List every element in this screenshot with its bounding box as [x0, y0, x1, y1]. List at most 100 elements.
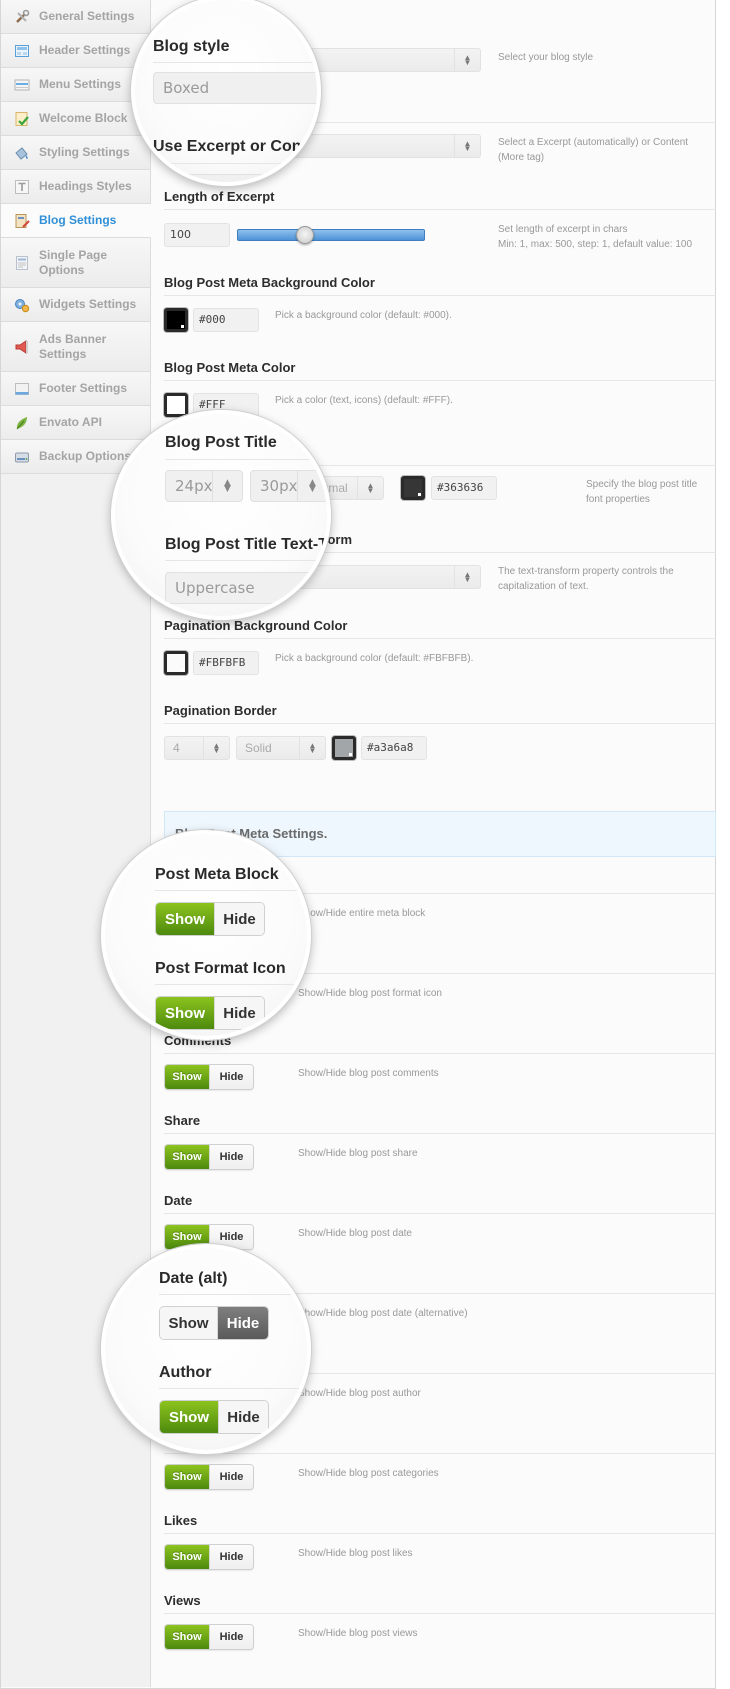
excerpt-length-input[interactable]: 100: [164, 223, 230, 247]
views-toggle[interactable]: Show Hide: [164, 1624, 254, 1650]
slider-handle[interactable]: [296, 226, 314, 244]
meta-toggle-help: Show/Hide blog post date: [298, 1228, 412, 1239]
hide-button[interactable]: Hide: [209, 1065, 253, 1089]
show-button[interactable]: Show: [165, 1465, 209, 1489]
show-button[interactable]: Show: [165, 1625, 209, 1649]
menu-bars-icon: [14, 77, 30, 93]
meta-toggle-title: Comments: [164, 1032, 716, 1054]
excerpt-or-content-help: Select a Excerpt (automatically) or Cont…: [498, 137, 689, 163]
meta-toggle-help: Show/Hide blog post views: [298, 1628, 418, 1639]
sidebar-item-single-page-options[interactable]: Single Page Options: [1, 238, 150, 288]
likes-toggle[interactable]: Show Hide: [164, 1544, 254, 1570]
meta-toggle-help: Show/Hide blog post share: [298, 1148, 418, 1159]
pagination-border-title: Pagination Border: [164, 702, 716, 724]
sidebar-item-general-settings[interactable]: General Settings: [1, 0, 150, 34]
sidebar-item-header-settings[interactable]: Header Settings: [1, 34, 150, 68]
select-arrows-icon: ▲▼: [299, 737, 325, 759]
backup-drive-icon: [14, 449, 30, 465]
meta-toggle-row-comments: Comments Show Hide Show/Hide blog post comm…: [164, 1032, 716, 1090]
lens-transform-title: Blog Post Title Text-T: [165, 536, 328, 553]
sidebar-item-styling-settings[interactable]: Styling Settings: [1, 136, 150, 170]
sidebar-nav: General Settings Header Settings Menu Se…: [1, 0, 151, 1687]
meta-toggle-row-views: Views Show Hide Show/Hide blog post views: [164, 1592, 716, 1650]
select-arrows-icon: ▲▼: [212, 471, 242, 501]
divider: [165, 560, 327, 561]
lens-author-title: Author: [159, 1364, 212, 1381]
blog-style-help: Select your blog style: [498, 52, 594, 63]
divider: [159, 1388, 307, 1389]
footer-layout-icon: [14, 381, 30, 397]
meta-bg-color-title: Blog Post Meta Background Color: [164, 274, 716, 296]
meta-toggle-row-date: Date Show Hide Show/Hide blog post date: [164, 1192, 716, 1250]
blog-edit-icon: [14, 213, 30, 229]
select-arrows-icon: ▲▼: [297, 471, 327, 501]
lens-author-toggle: Show Hide: [159, 1400, 269, 1434]
sidebar-item-menu-settings[interactable]: Menu Settings: [1, 68, 150, 102]
lens-post-format-icon-toggle: Show Hide: [155, 996, 265, 1030]
lens-blog-style-value: Boxed: [153, 72, 317, 104]
pagination-bg-input[interactable]: #FBFBFB: [193, 651, 259, 675]
magnifier-blog-style: Blog style Boxed Use Excerpt or Conten E…: [131, 0, 321, 186]
meta-toggle-title: Share: [164, 1112, 716, 1134]
lens-transform-value: Uppercase: [165, 572, 327, 604]
lens-line-height-select: 30px ▲ ▼: [250, 470, 327, 502]
post-title-color-input[interactable]: #363636: [431, 476, 497, 500]
lens-date-alt-title: Date (alt): [159, 1270, 228, 1287]
post-title-color-swatch[interactable]: [401, 476, 425, 500]
pagination-border-width-select[interactable]: 4 ▲ ▼: [164, 736, 230, 760]
paint-bucket-icon: [14, 145, 30, 161]
sidebar-item-blog-settings[interactable]: Blog Settings: [1, 204, 151, 238]
meta-toggle-help: Show/Hide blog post categories: [298, 1468, 439, 1479]
title-transform-help: The text-transform property controls the…: [498, 566, 674, 592]
meta-bg-color-section: Blog Post Meta Background Color #000 Pic…: [164, 274, 716, 332]
sidebar-item-envato-api[interactable]: Envato API: [1, 406, 150, 440]
gears-icon: [14, 297, 30, 313]
sidebar-item-welcome-block[interactable]: Welcome Block: [1, 102, 150, 136]
wrench-screwdriver-icon: [14, 9, 30, 25]
meta-color-swatch[interactable]: [164, 393, 188, 417]
select-arrows-icon: ▲▼: [357, 477, 383, 499]
hide-button[interactable]: Hide: [209, 1465, 253, 1489]
pagination-border-swatch[interactable]: [332, 736, 356, 760]
meta-toggle-help: Show/Hide entire meta block: [298, 908, 426, 919]
share-toggle[interactable]: Show Hide: [164, 1144, 254, 1170]
lens-post-meta-block-toggle: Show Hide: [155, 902, 265, 936]
hide-button[interactable]: Hide: [209, 1145, 253, 1169]
sidebar-item-footer-settings[interactable]: Footer Settings: [1, 372, 150, 406]
lens-excerpt-title: Use Excerpt or Conten: [153, 138, 321, 155]
divider: [155, 984, 307, 985]
show-button[interactable]: Show: [165, 1545, 209, 1569]
hide-button[interactable]: Hide: [209, 1545, 253, 1569]
meta-bg-color-swatch[interactable]: [164, 308, 188, 332]
comments-toggle[interactable]: Show Hide: [164, 1064, 254, 1090]
select-arrows-icon: ▲▼: [203, 737, 229, 759]
sidebar-item-widgets-settings[interactable]: Widgets Settings: [1, 288, 150, 322]
meta-toggle-row-likes: Likes Show Hide Show/Hide blog post likes: [164, 1512, 716, 1570]
pagination-border-section: Pagination Border 4 ▲ ▼ Solid ▲ ▼ #a3a6a8: [164, 702, 716, 760]
sidebar-item-headings-styles[interactable]: Headings Styles: [1, 170, 150, 204]
excerpt-length-help: Set length of excerpt in chars Min: 1, m…: [498, 224, 693, 250]
meta-toggle-help: Show/Hide blog post likes: [298, 1548, 413, 1559]
sidebar-item-ads-banner-settings[interactable]: Ads Banner Settings: [1, 322, 150, 372]
select-arrows-icon: ▲▼: [454, 49, 480, 71]
envato-leaf-icon: [14, 415, 30, 431]
hide-button[interactable]: Hide: [209, 1625, 253, 1649]
show-button[interactable]: Show: [165, 1145, 209, 1169]
pagination-bg-section: Pagination Background Color #FBFBFB Pick…: [164, 617, 716, 675]
lens-size-select: 24px ▲ ▼: [165, 470, 243, 502]
meta-bg-color-input[interactable]: #000: [193, 308, 259, 332]
categories-toggle[interactable]: Show Hide: [164, 1464, 254, 1490]
text-t-icon: [14, 179, 30, 195]
lens-excerpt-value: Excerpt: [153, 174, 317, 182]
divider: [155, 890, 307, 891]
pagination-border-color-input[interactable]: #a3a6a8: [361, 736, 427, 760]
pagination-border-style-select[interactable]: Solid ▲ ▼: [236, 736, 326, 760]
meta-color-help: Pick a color (text, icons) (default: #FF…: [275, 395, 453, 406]
excerpt-length-slider[interactable]: [237, 226, 425, 244]
pagination-bg-help: Pick a background color (default: #FBFBF…: [275, 653, 474, 664]
meta-toggle-help: Show/Hide blog post comments: [298, 1068, 439, 1079]
meta-bg-color-help: Pick a background color (default: #000).: [275, 310, 452, 321]
options-panel: General Settings Header Settings Menu Se…: [0, 0, 716, 1689]
pagination-bg-swatch[interactable]: [164, 651, 188, 675]
show-button[interactable]: Show: [165, 1065, 209, 1089]
